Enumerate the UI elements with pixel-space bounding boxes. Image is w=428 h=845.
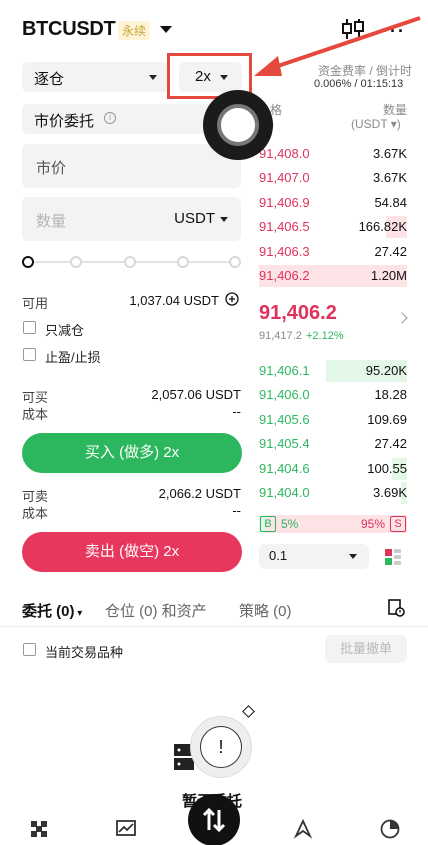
current-symbol-label[interactable]: 当前交易品种 (45, 642, 123, 661)
slider-knob-100[interactable] (229, 256, 241, 268)
funding-rate-label: 资金费率 / 倒计时 (318, 64, 413, 78)
quantity-header: 数量 (383, 103, 408, 117)
bid-quantity[interactable]: 3.69K (330, 485, 407, 500)
margin-mode-select[interactable]: 逐仓 (22, 62, 169, 92)
tpsl-label[interactable]: 止盈/止损 (45, 347, 101, 366)
chevron-down-icon (149, 75, 157, 80)
slider-knob-25[interactable] (70, 256, 82, 268)
bid-price[interactable]: 91,406.0 (259, 387, 310, 402)
cost-sell-value: -- (232, 503, 241, 518)
quantity-unit-header[interactable]: (USDT ▾) (351, 117, 401, 131)
can-sell-value: 2,066.2 USDT (158, 486, 241, 501)
quantity-slider[interactable] (22, 256, 241, 270)
sell-ratio: 95% (360, 517, 385, 531)
tab-orders[interactable]: 委托 (0) ▾ (22, 600, 82, 621)
cost-buy-value: -- (232, 404, 241, 419)
bid-quantity[interactable]: 18.28 (330, 387, 407, 402)
trade-button[interactable] (188, 794, 240, 845)
price-field-label: 市价 (36, 160, 67, 177)
buy-badge: B (260, 516, 276, 532)
ask-price[interactable]: 91,407.0 (259, 170, 310, 185)
chevron-down-icon[interactable] (220, 217, 228, 222)
ask-price[interactable]: 91,406.3 (259, 244, 310, 259)
quantity-unit-header-label: (USDT (351, 117, 388, 131)
bid-price[interactable]: 91,404.0 (259, 485, 310, 500)
slider-knob-0[interactable] (22, 256, 34, 268)
sell-badge: S (390, 516, 406, 532)
discover-icon[interactable] (292, 818, 314, 840)
available-label: 可用 (22, 296, 49, 311)
bid-quantity[interactable]: 109.69 (330, 412, 407, 427)
info-icon[interactable]: i (104, 112, 116, 124)
assets-icon[interactable] (379, 818, 401, 840)
funding-rate-value: 0.006% / 01:15:13 (314, 78, 404, 90)
ask-price[interactable]: 91,406.2 (259, 268, 310, 283)
ask-price[interactable]: 91,406.9 (259, 195, 310, 210)
orderbook-layout-icon[interactable] (384, 548, 402, 566)
add-funds-icon[interactable] (225, 292, 239, 306)
home-icon[interactable] (28, 818, 50, 840)
bid-price[interactable]: 91,406.1 (259, 363, 310, 378)
symbol-title[interactable]: BTCUSDT (22, 18, 116, 41)
ask-quantity[interactable]: 3.67K (330, 146, 407, 161)
touch-indicator-center (217, 104, 259, 146)
exclamation-icon: ! (200, 726, 242, 768)
available-value: 1,037.04 USDT (129, 293, 219, 308)
ask-quantity[interactable]: 54.84 (330, 195, 407, 210)
ask-price[interactable]: 91,406.5 (259, 219, 310, 234)
cost-label: 成本 (22, 407, 49, 422)
reduce-only-label[interactable]: 只减仓 (45, 320, 84, 339)
bid-price[interactable]: 91,405.6 (259, 412, 310, 427)
cost-label: 成本 (22, 506, 49, 521)
tab-positions[interactable]: 仓位 (0) 和资产 (105, 600, 207, 621)
margin-mode-label: 逐仓 (34, 71, 65, 88)
ask-price[interactable]: 91,408.0 (259, 146, 310, 161)
cancel-all-button[interactable]: 批量撤单 (325, 635, 407, 663)
reduce-only-checkbox[interactable] (23, 321, 36, 334)
buy-sell-ratio-bar: B 5% 95% S (259, 515, 407, 533)
quantity-unit-label[interactable]: USDT (174, 210, 215, 227)
order-history-icon[interactable] (387, 599, 405, 617)
ask-quantity[interactable]: 27.42 (330, 244, 407, 259)
bid-price[interactable]: 91,405.4 (259, 436, 310, 451)
bid-price[interactable]: 91,404.6 (259, 461, 310, 476)
chevron-down-icon (349, 554, 357, 559)
ask-quantity[interactable]: 3.67K (330, 170, 407, 185)
bid-quantity[interactable]: 27.42 (330, 436, 407, 451)
last-price: 91,406.2 (259, 302, 337, 324)
tab-orders-label: 委托 (0) (22, 603, 75, 620)
slider-knob-75[interactable] (177, 256, 189, 268)
sell-short-button[interactable]: 卖出 (做空) 2x (22, 532, 242, 572)
swap-arrows-icon (202, 807, 226, 833)
buy-long-button[interactable]: 买入 (做多) 2x (22, 433, 242, 473)
bid-quantity[interactable]: 95.20K (330, 363, 407, 378)
help-bubble[interactable]: ! (190, 716, 252, 778)
order-type-label: 市价委托 (34, 113, 95, 130)
ask-quantity[interactable]: 166.82K (330, 219, 407, 234)
quantity-field[interactable]: 数量 USDT (22, 197, 241, 241)
tabs-divider (0, 626, 428, 627)
depth-step-label: 0.1 (269, 548, 288, 563)
symbol-dropdown-icon[interactable] (160, 26, 172, 33)
diamond-icon (242, 705, 255, 718)
slider-knob-50[interactable] (124, 256, 136, 268)
depth-step-select[interactable]: 0.1 (259, 544, 369, 569)
buy-ratio: 5% (281, 517, 299, 531)
price-change-percent: +2.12% (306, 330, 344, 342)
current-symbol-checkbox[interactable] (23, 643, 36, 656)
perpetual-badge: 永续 (118, 21, 151, 40)
chevron-right-icon[interactable] (396, 312, 408, 324)
mark-price: 91,417.2 (259, 330, 302, 342)
price-field[interactable]: 市价 (22, 144, 241, 188)
bid-quantity[interactable]: 100.55 (330, 461, 407, 476)
touch-indicator (203, 90, 273, 160)
quantity-placeholder: 数量 (36, 213, 67, 230)
markets-icon[interactable] (115, 818, 137, 840)
ask-quantity[interactable]: 1.20M (330, 268, 407, 283)
tab-strategy[interactable]: 策略 (0) (239, 600, 292, 621)
tpsl-checkbox[interactable] (23, 348, 36, 361)
can-buy-value: 2,057.06 USDT (151, 387, 241, 402)
